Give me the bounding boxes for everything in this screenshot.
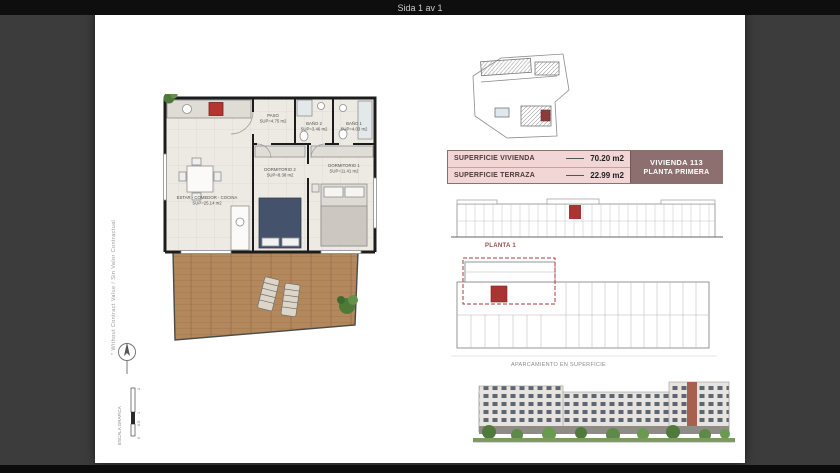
- surface-row-vivienda: SUPERFICIE VIVIENDA 70.20 m2: [448, 151, 630, 168]
- room-bath1-area: SUP=4.03 m2: [341, 127, 368, 132]
- document-page: * Without Contract Value / Sin Valor Con…: [95, 10, 745, 463]
- room-dorm1-name: DORMITORIO 1: [328, 163, 360, 168]
- dash-line: [566, 158, 584, 159]
- scale-label: ESCALA GRAFICA: [117, 406, 122, 445]
- render-red-accent: [687, 382, 697, 432]
- elevation-unit-highlight: [569, 205, 581, 219]
- unit-id-box: VIVIENDA 113 PLANTA PRIMERA: [630, 151, 722, 183]
- room-bath1-name: BAÑO 1: [346, 121, 362, 126]
- room-paso-area: SUP=4.75 m2: [260, 119, 287, 124]
- viewer-topbar: Sida 1 av 1: [0, 0, 840, 15]
- building-render-image: [473, 376, 735, 452]
- page-indicator: Sida 1 av 1: [397, 3, 442, 13]
- surface-info-table: SUPERFICIE VIVIENDA 70.20 m2 SUPERFICIE …: [447, 150, 723, 184]
- scale-tick-0: 0: [137, 437, 141, 439]
- site-location-plan: [467, 50, 573, 142]
- room-living-area: SUP=25.14 m2: [192, 201, 222, 206]
- unit-floor: PLANTA PRIMERA: [643, 169, 709, 176]
- room-living-name: ESTAR - COMEDOR - COCINA: [177, 195, 238, 200]
- apartment-floorplan: ESTAR - COMEDOR - COCINA SUP=25.14 m2 PA…: [161, 94, 383, 346]
- viewer-background: Sida 1 av 1 * Without Contract Value / S…: [0, 0, 840, 473]
- surface-row-terraza: SUPERFICIE TERRAZA 22.99 m2: [448, 168, 630, 184]
- surface-vivienda-value: 70.20 m2: [590, 154, 624, 163]
- graphic-scale: ESCALA GRAFICA 0 0.5 1 2: [111, 382, 149, 450]
- room-paso-name: PASO: [267, 113, 279, 118]
- surface-terraza-label: SUPERFICIE TERRAZA: [454, 172, 535, 179]
- building-floor-plan: [451, 252, 717, 364]
- surface-rows: SUPERFICIE VIVIENDA 70.20 m2 SUPERFICIE …: [448, 151, 630, 183]
- room-dorm2-name: DORMITORIO 2: [264, 167, 296, 172]
- unit-number: VIVIENDA 113: [650, 158, 703, 167]
- dash-line: [566, 175, 584, 176]
- scale-tick-1: 1: [137, 412, 141, 414]
- room-bath2-name: BAÑO 2: [306, 121, 322, 126]
- scale-tick-2: 2: [137, 388, 141, 390]
- north-arrow-icon: [115, 340, 139, 376]
- scale-tick-05: 0.5: [137, 421, 141, 426]
- parking-label: APARCAMIENTO EN SUPERFICIE: [511, 362, 606, 368]
- terrace: [173, 252, 358, 340]
- room-dorm1-area: SUP=11.41 m2: [330, 169, 360, 174]
- surface-vivienda-label: SUPERFICIE VIVIENDA: [454, 155, 535, 162]
- disclaimer-note: * Without Contract Value / Sin Valor Con…: [111, 185, 117, 355]
- building-elevation-drawing: [451, 192, 723, 242]
- surface-terraza-value: 22.99 m2: [590, 171, 624, 180]
- site-unit-highlight: [541, 110, 550, 121]
- room-dorm2-area: SUP=8.38 m2: [267, 173, 294, 178]
- room-bath2-area: SUP=3.46 m2: [301, 127, 328, 132]
- scale-ruler: [131, 388, 135, 436]
- plan-unit-highlight: [491, 286, 507, 302]
- planta-label: PLANTA 1: [485, 243, 516, 249]
- viewer-bottombar: [0, 465, 840, 473]
